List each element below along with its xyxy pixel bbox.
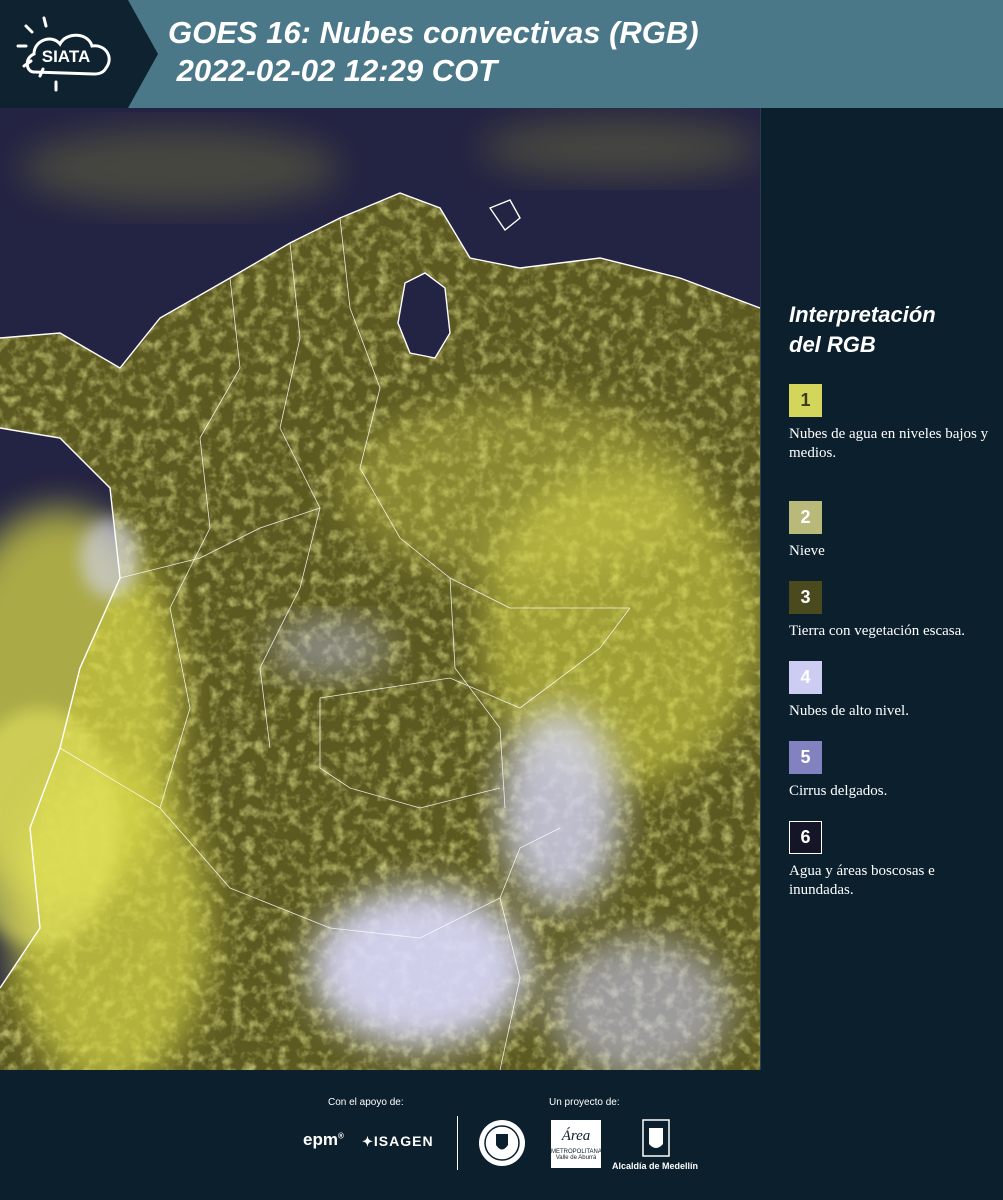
legend-swatch: 3: [789, 581, 822, 614]
medellin-seal-icon: [479, 1120, 525, 1166]
title-line-2: 2022-02-02 12:29 COT: [168, 53, 498, 88]
header-bar: SIATA GOES 16: Nubes convectivas (RGB) 2…: [0, 0, 1003, 108]
legend-swatch: 1: [789, 384, 822, 417]
legend-item: 5 Cirrus delgados.: [789, 741, 999, 801]
logo-panel: SIATA: [0, 0, 158, 108]
footer: Con el apoyo de: Un proyecto de: epm® ✦I…: [0, 1070, 1003, 1200]
siata-logo: SIATA: [16, 16, 111, 92]
legend-swatch: 6: [789, 821, 822, 854]
legend-label: Cirrus delgados.: [789, 783, 888, 799]
legend-item: 4 Nubes de alto nivel.: [789, 661, 999, 721]
satellite-map: [0, 108, 761, 1070]
legend-label: Tierra con vegetación escasa.: [789, 623, 966, 639]
legend-title: Interpretación del RGB: [789, 300, 999, 360]
isagen-text: ISAGEN: [373, 1133, 434, 1149]
legend-label: Nubes de alto nivel.: [789, 703, 909, 719]
legend-label: Agua y áreas boscosas e inundadas.: [789, 863, 935, 898]
legend-item: 6 Agua y áreas boscosas e inundadas.: [789, 821, 999, 900]
legend-swatch: 2: [789, 501, 822, 534]
legend-title-line-2: del RGB: [789, 332, 876, 357]
area-metro-sub2: Valle de Aburrá: [555, 1155, 597, 1161]
area-metropolitana-logo: Área METROPOLITANA Valle de Aburrá: [551, 1120, 602, 1168]
legend-swatch: 4: [789, 661, 822, 694]
legend-item: 1 Nubes de agua en niveles bajos y medios…: [789, 384, 999, 463]
epm-text: epm: [303, 1130, 338, 1149]
area-metro-text: Área: [561, 1128, 591, 1144]
title-line-1: GOES 16: Nubes convectivas (RGB): [168, 15, 699, 50]
isagen-icon: ✦: [362, 1134, 374, 1149]
alcaldia-text: Alcaldía de Medellín: [612, 1161, 699, 1171]
legend-item: 2 Nieve: [789, 501, 999, 561]
legend-item: 3 Tierra con vegetación escasa.: [789, 581, 999, 641]
legend-title-line-1: Interpretación: [789, 302, 936, 327]
logo-text: SIATA: [42, 47, 90, 66]
isagen-logo: ✦ISAGEN: [362, 1133, 434, 1150]
epm-logo: epm®: [303, 1130, 344, 1149]
legend-items: 1 Nubes de agua en niveles bajos y medios…: [789, 384, 999, 900]
footer-divider: [457, 1116, 458, 1170]
legend-label: Nieve: [789, 543, 825, 559]
project-label: Un proyecto de:: [549, 1097, 620, 1108]
alcaldia-shield-icon: [642, 1119, 670, 1157]
legend: Interpretación del RGB 1 Nubes de agua en…: [789, 300, 999, 900]
page-title: GOES 16: Nubes convectivas (RGB) 2022-02…: [168, 14, 699, 90]
support-label: Con el apoyo de:: [328, 1097, 404, 1108]
legend-swatch: 5: [789, 741, 822, 774]
satellite-image: [0, 108, 760, 1070]
legend-label: Nubes de agua en niveles bajos y medios.: [789, 426, 989, 461]
